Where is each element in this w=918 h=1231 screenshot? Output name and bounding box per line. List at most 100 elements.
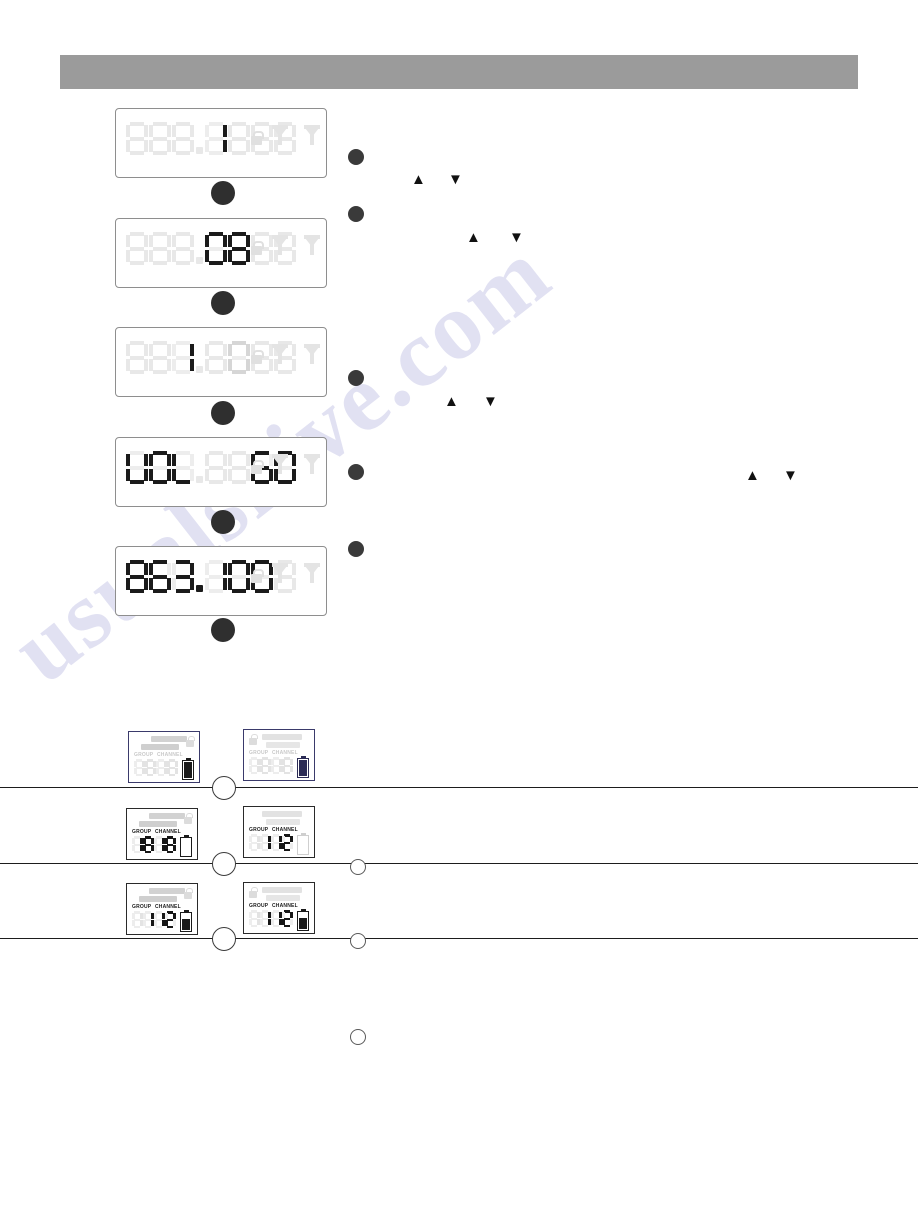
decimal-point — [196, 257, 203, 264]
antenna-a-icon — [272, 454, 288, 474]
antenna-a-icon — [272, 344, 288, 364]
hollow-bullet-3 — [350, 1029, 366, 1045]
lock-icon — [251, 460, 264, 474]
seven-segment-digit — [228, 232, 250, 265]
lcd-inner — [116, 547, 326, 615]
arrow-down-icon-step2: ▼ — [509, 229, 524, 246]
lock-icon — [251, 241, 264, 255]
seven-segment-digit — [205, 560, 227, 593]
mini-row2-left: GROUP CHANNEL — [126, 808, 198, 860]
mini-row2-right: GROUP CHANNEL — [243, 806, 315, 858]
status-tag-lower — [266, 895, 300, 901]
seven-segment-digit — [126, 341, 148, 374]
group-value — [134, 759, 156, 776]
seven-segment-digit — [132, 911, 143, 928]
group-value — [132, 911, 154, 928]
display-channel-08 — [115, 218, 327, 288]
battery-icon — [182, 757, 194, 780]
display-frequency-863100 — [115, 546, 327, 616]
channel-value — [271, 834, 293, 851]
seven-segment-digit — [172, 232, 194, 265]
channel-value — [271, 910, 293, 927]
status-tag-lower — [139, 821, 177, 827]
seven-segment-digit — [154, 911, 165, 928]
lock-icon — [249, 734, 258, 745]
battery-icon — [297, 908, 309, 931]
lcd-inner — [116, 219, 326, 287]
arrow-up-icon-step1: ▲ — [411, 171, 426, 188]
arrow-up-icon-step2: ▲ — [466, 229, 481, 246]
seven-segment-digit — [260, 910, 271, 927]
lcd-inner — [116, 438, 326, 506]
status-tag-upper — [149, 813, 185, 819]
channel-value — [154, 836, 176, 853]
step-bullet-5 — [348, 541, 364, 557]
seven-segment-digit — [172, 560, 194, 593]
channel-label: CHANNEL — [272, 827, 298, 833]
seven-segment-digit — [126, 122, 148, 155]
antenna-b-icon — [304, 125, 320, 145]
hollow-bullet-1 — [350, 859, 366, 875]
seven-segment-digit — [228, 560, 250, 593]
seven-segment-digit — [205, 122, 227, 155]
antenna-a-icon — [272, 563, 288, 583]
seven-segment-digit — [149, 341, 171, 374]
mini-row3-left: GROUP CHANNEL — [126, 883, 198, 935]
channel-label: CHANNEL — [272, 903, 298, 909]
status-tag-upper — [262, 734, 302, 740]
step-bullet-3 — [348, 370, 364, 386]
decimal-point — [196, 585, 203, 592]
decimal-point — [196, 476, 203, 483]
seven-segment-digit — [126, 232, 148, 265]
group-label: GROUP — [249, 750, 269, 756]
seven-segment-digit — [145, 759, 156, 776]
antenna-b-icon — [304, 344, 320, 364]
segment-row — [126, 560, 296, 593]
rule-circle-1 — [212, 776, 236, 800]
mini-row3-right: GROUP CHANNEL — [243, 882, 315, 934]
arrow-up-icon-step3: ▲ — [444, 393, 459, 410]
watermark-text: usualshive.com — [0, 218, 570, 703]
mini-row1-left: GROUP CHANNEL — [128, 731, 200, 783]
connector-dot-2 — [211, 291, 235, 315]
connector-dot-4 — [211, 510, 235, 534]
seven-segment-digit — [143, 911, 154, 928]
display-frequency-blank — [115, 108, 327, 178]
group-label: GROUP — [249, 827, 269, 833]
lock-icon — [251, 569, 264, 583]
seven-segment-digit — [149, 122, 171, 155]
display-group-1-0 — [115, 327, 327, 397]
antenna-a-icon — [272, 125, 288, 145]
seven-segment-digit — [149, 451, 171, 484]
seven-segment-digit — [249, 757, 260, 774]
status-tag-lower — [139, 896, 177, 902]
seven-segment-digit — [282, 834, 293, 851]
mini-row1-right: GROUP CHANNEL — [243, 729, 315, 781]
seven-segment-digit — [132, 836, 143, 853]
seven-segment-digit — [165, 836, 176, 853]
connector-dot-1 — [211, 181, 235, 205]
status-tag-upper — [262, 811, 302, 817]
seven-segment-digit — [143, 836, 154, 853]
channel-label: CHANNEL — [155, 904, 181, 910]
seven-segment-digit — [249, 910, 260, 927]
seven-segment-digit — [167, 759, 178, 776]
battery-icon — [297, 832, 309, 855]
lcd-inner — [116, 109, 326, 177]
antenna-b-icon — [304, 454, 320, 474]
antenna-a-icon — [272, 235, 288, 255]
connector-dot-3 — [211, 401, 235, 425]
status-tag-lower — [266, 819, 300, 825]
lock-icon — [184, 888, 193, 899]
arrow-down-icon-step4: ▼ — [783, 467, 798, 484]
lock-icon — [251, 350, 264, 364]
status-tag-upper — [262, 887, 302, 893]
seven-segment-digit — [249, 834, 260, 851]
hollow-bullet-2 — [350, 933, 366, 949]
seven-segment-digit — [126, 560, 148, 593]
seven-segment-digit — [228, 451, 250, 484]
channel-value — [154, 911, 176, 928]
lock-icon — [249, 887, 258, 898]
channel-label: CHANNEL — [157, 752, 183, 758]
connector-dot-5 — [211, 618, 235, 642]
